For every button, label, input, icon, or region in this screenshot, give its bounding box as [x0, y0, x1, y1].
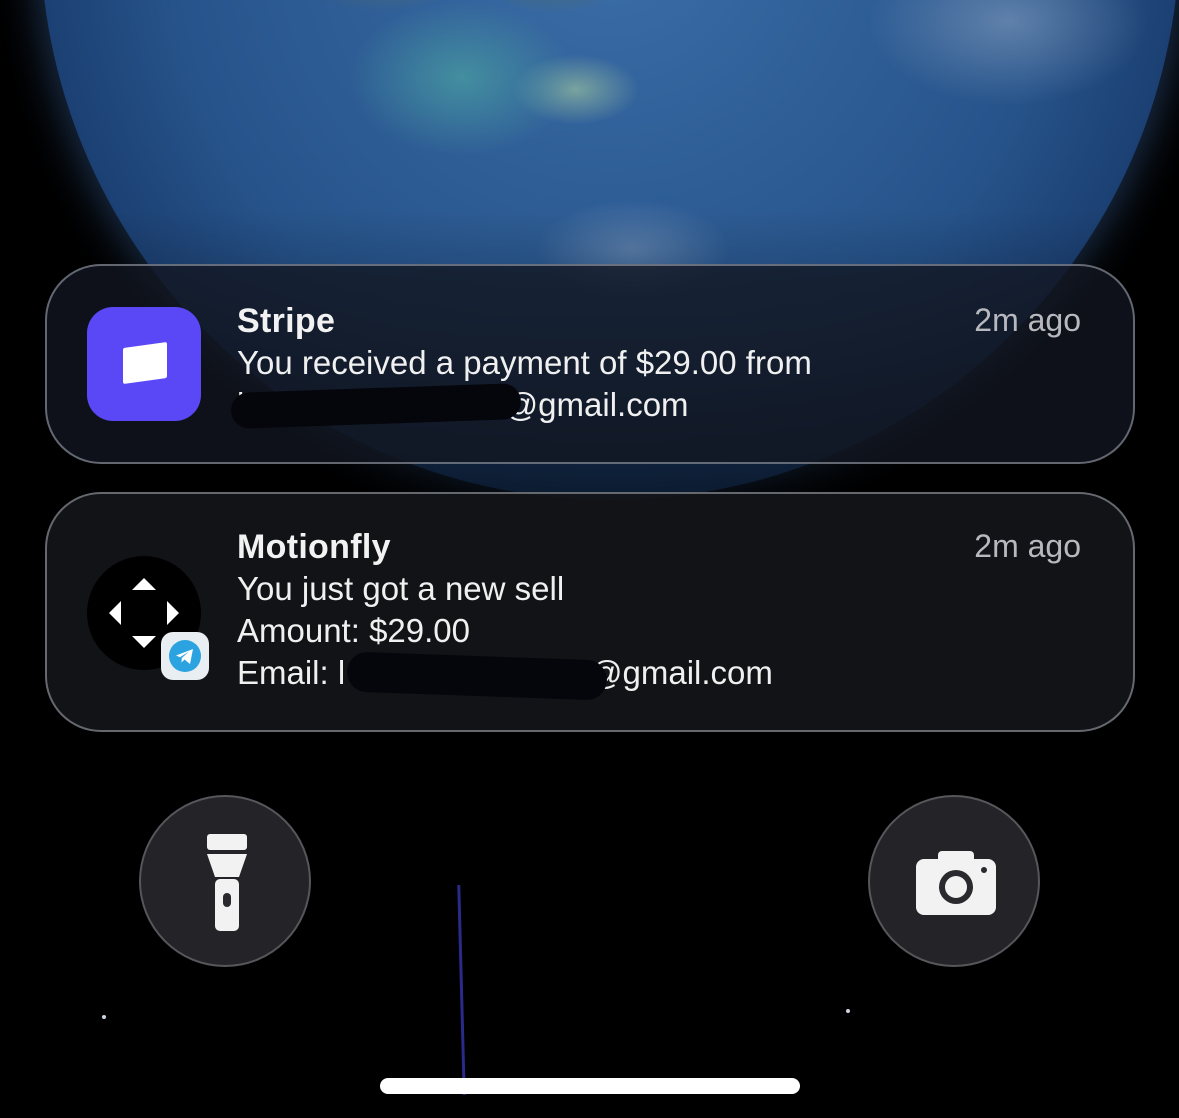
flashlight-button[interactable] [139, 795, 311, 967]
notification-body-line: You just got a new sell [237, 570, 565, 607]
camera-icon [916, 851, 996, 915]
star [102, 1015, 106, 1019]
star [846, 1009, 850, 1013]
lock-screen: Stripe You received a payment of $29.00 … [0, 0, 1179, 1118]
camera-button[interactable] [868, 795, 1040, 967]
notification-app-name: Stripe [237, 302, 336, 340]
notification-app-name: Motionfly [237, 528, 391, 566]
telegram-icon [161, 632, 209, 680]
notification-time: 2m ago [974, 528, 1081, 564]
notification-stripe[interactable]: Stripe You received a payment of $29.00 … [45, 264, 1135, 464]
notification-body-line: You received a payment of $29.00 from [237, 344, 812, 381]
notification-motionfly[interactable]: Motionfly You just got a new sell Amount… [45, 492, 1135, 732]
stripe-logo-icon [87, 307, 201, 421]
notification-time: 2m ago [974, 302, 1081, 338]
pen-scribble [457, 884, 466, 1096]
home-indicator[interactable] [380, 1078, 800, 1094]
flashlight-icon [207, 834, 247, 931]
notification-body-line: Amount: $29.00 [237, 612, 470, 649]
